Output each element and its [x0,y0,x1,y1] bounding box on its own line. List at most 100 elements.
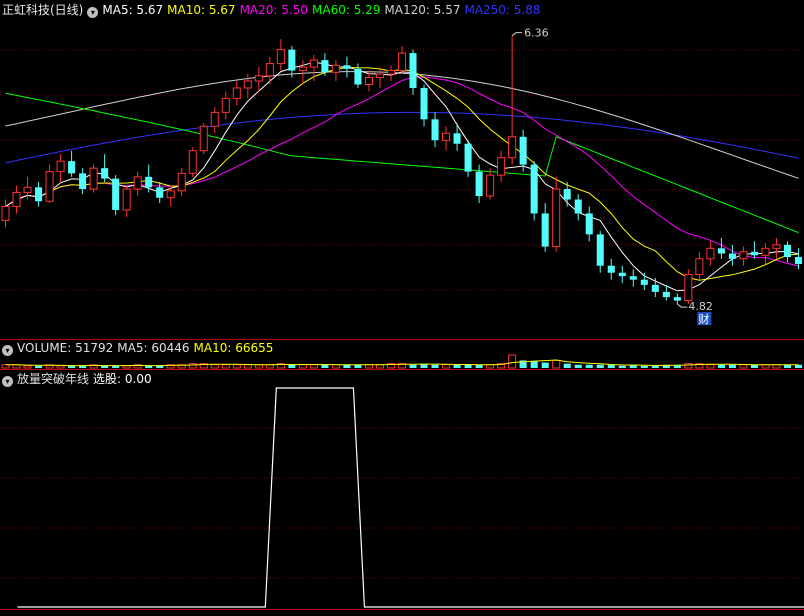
volume-bar-7 [79,365,87,368]
candle-body-21 [232,87,241,99]
low-label: 4.82 [688,300,713,313]
volume-bar-39 [431,364,439,368]
volume-bar-51 [563,363,571,368]
indicator-header: ▾ 放量突破年线 选股: 0.00 [2,370,156,388]
candle-body-19 [210,111,219,127]
candle-body-68 [750,251,758,256]
indicator-name: 放量突破年线 [17,372,90,386]
volume-bar-14 [156,365,164,368]
volume-bar-62 [684,363,693,369]
candle-body-62 [684,273,693,302]
candle-body-36 [397,52,407,72]
settings-circle-icon[interactable]: ▾ [87,7,99,18]
candle-body-50 [552,188,561,248]
volume-settings-circle-icon[interactable]: ▾ [2,345,13,356]
volume-bar-26 [288,364,296,368]
candle-body-7 [79,173,87,190]
volume-bar-49 [541,362,549,368]
candle-body-49 [541,213,549,247]
volume-bar-48 [530,361,538,368]
candle-body-41 [453,133,461,144]
candle-body-2 [23,186,32,194]
candle-body-70 [772,244,781,249]
volume-bar-42 [464,364,472,368]
chart-stage[interactable]: 6.36 4.82 财 正虹科技(日线) ▾ MA5: 5.67 MA10: 5.67 MA… [0,0,804,612]
volume-bar-37 [409,364,417,368]
ma120-line [5,71,799,179]
candle-body-65 [717,248,725,254]
candle-body-53 [585,213,593,235]
volume-bar-58 [640,365,648,368]
candle-body-67 [739,251,748,260]
candle-body-37 [409,53,417,88]
candle-body-28 [309,59,318,68]
ma60-line [5,92,799,234]
candle-body-34 [375,73,384,79]
main-chart-header: 正虹科技(日线) ▾ MA5: 5.67 MA10: 5.67 MA20: 5.50 MA… [2,1,549,19]
ma-legend: MA5: 5.67 MA10: 5.67 MA20: 5.50 MA60: 5.29 M… [102,3,544,17]
volume-bar-52 [574,364,582,368]
volume-header: ▾ VOLUME: 51792 MA5: 60446 MA10: 66655 [2,339,281,357]
candle-body-35 [386,70,396,75]
candle-body-0 [1,205,10,221]
volume-bar-29 [321,364,329,368]
volume-bar-66 [728,364,736,368]
candle-body-5 [56,160,65,173]
stock-name: 正虹科技(日线) [2,3,84,17]
ma-legend-item-0: MA5: 5.67 [102,3,164,17]
volume-legend-item-1: MA5: 60446 [117,341,190,355]
candle-body-10 [112,178,120,210]
candle-body-20 [221,97,230,113]
candle-body-40 [442,132,451,141]
chart-canvas[interactable]: 6.36 4.82财 [0,0,804,612]
candle-body-58 [640,279,648,285]
candle-body-43 [475,171,483,197]
candle-body-32 [354,68,362,85]
volume-bar-17 [188,363,197,369]
candle-body-13 [145,176,153,188]
candle-body-23 [254,75,263,82]
ma10-line [5,66,799,281]
candle-body-29 [321,60,329,73]
volume-bar-65 [717,364,725,368]
volume-bar-28 [309,364,318,369]
candle-body-47 [519,136,527,165]
volume-bar-27 [298,364,307,369]
high-label: 6.36 [524,27,549,40]
volume-bar-3 [35,365,43,368]
candle-body-16 [177,172,186,192]
candle-body-64 [706,247,715,260]
candle-body-17 [188,150,197,174]
volume-legend-item-0: VOLUME: 51792 [17,341,114,355]
candle-body-71 [783,244,792,258]
volume-ma-line [5,359,799,367]
candle-body-60 [662,291,670,298]
candle-body-18 [199,125,208,152]
candle-body-12 [133,176,142,190]
candle-body-25 [276,49,285,65]
volume-bar-67 [739,364,748,369]
candle-body-22 [243,80,252,89]
ma5-line [5,61,799,292]
volume-bar-64 [706,364,715,369]
candle-body-15 [166,190,175,199]
candle-body-42 [464,143,472,172]
volume-bar-56 [618,365,626,368]
volume-legend: VOLUME: 51792 MA5: 60446 MA10: 66655 [17,341,277,355]
volume-bar-11 [122,365,131,369]
low-marker [677,303,688,308]
volume-bar-5 [56,365,65,369]
indicator-settings-circle-icon[interactable]: ▾ [2,376,13,387]
volume-bar-2 [23,365,32,369]
volume-bar-13 [145,365,153,368]
candle-body-11 [122,188,131,211]
candle-body-1 [12,192,21,207]
volume-bar-9 [101,365,109,368]
ma250-line [5,111,799,164]
candle-body-27 [298,66,307,72]
candle-body-59 [651,284,659,292]
volume-bar-53 [585,364,593,368]
ma-legend-item-4: MA120: 5.57 [384,3,461,17]
candle-body-46 [508,136,517,159]
volume-bar-55 [607,364,615,368]
